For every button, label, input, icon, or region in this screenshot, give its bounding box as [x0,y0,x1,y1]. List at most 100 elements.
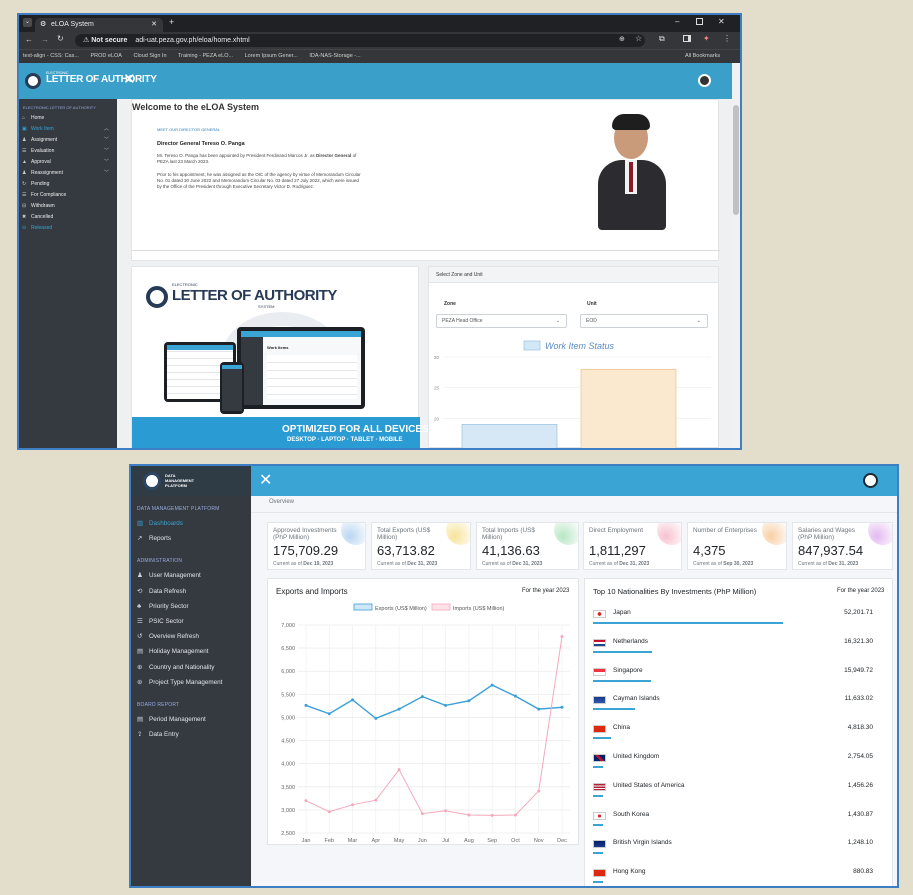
sidebar-item-reassignment[interactable]: ♟ Reassignment ﹀ [19,168,117,179]
sidebar-item-evaluation[interactable]: ☰ Evaluation ﹀ [19,146,117,157]
zone-label: Zone [444,301,456,307]
nationality-name: United States of America [613,781,685,789]
chevron-down-icon: ﹀ [103,159,109,165]
bookmark-item[interactable]: Lorem Ipsum Gener... [245,53,298,59]
period-icon: ▤ [137,715,144,723]
legend-label: Imports (US$ Million) [453,606,505,612]
stat-label: Total Exports (US$ Million) [377,527,431,541]
bookmark-item[interactable]: PROD eLOA [90,53,121,59]
user-swap-icon: ♟ [22,170,27,176]
nationality-row: China 4,818.30 [589,719,879,748]
vg-flag-icon [593,840,606,849]
x-tick-label: Jul [442,838,449,844]
device-screen-title: Work Items [267,345,289,350]
nationality-name: Japan [613,609,631,616]
imports-point [513,813,517,817]
exports-point [304,703,308,707]
sidebar-item-pending[interactable]: ↻ Pending [19,179,117,190]
sidebar-item-priority-sector[interactable]: ♣ Priority Sector [131,599,251,614]
sidebar-item-for-compliance[interactable]: ☰ For Compliance [19,190,117,201]
nationality-row: Hong Kong 880.83 [589,863,879,886]
zoom-icon[interactable]: ⊕ [619,35,625,43]
exports-imports-chart: Exports (US$ Million) Imports (US$ Millio… [281,603,570,844]
scrollbar-thumb[interactable] [733,105,739,215]
unit-select[interactable]: EOD ⌄ [580,314,708,328]
sidebar-item-data-refresh[interactable]: ⟲ Data Refresh [131,584,251,599]
chevron-down-icon: ﹀ [103,137,109,143]
restore-icon[interactable] [696,18,703,25]
menu-dots-icon[interactable]: ⋮ [723,34,731,43]
user-avatar-icon[interactable] [698,74,711,87]
kr-flag-icon [593,811,606,820]
sidepanel-icon[interactable] [683,35,691,42]
close-window-icon[interactable]: ✕ [718,17,725,26]
url-text: adi-uat.peza.gov.ph/eloa/home.xhtml [135,37,250,44]
stat-decoration [554,523,578,545]
sidebar-item-approval[interactable]: ▲ Approval ﹀ [19,157,117,168]
browser-toolbar: ← → ↻ ⚠ Not secure adi-uat.peza.gov.ph/e… [19,32,740,49]
exports-line [305,684,563,720]
new-tab-icon[interactable]: + [169,17,174,27]
promo-footer-subtext: DESKTOP · LAPTOP · TABLET · MOBILE [287,437,403,443]
tab-search-icon[interactable]: ⌄ [23,18,32,27]
sidebar-section-dmp: DATA MANAGEMENT PLATFORM [137,506,220,512]
sidebar-item-psic-sector[interactable]: ☰ PSIC Sector [131,614,251,629]
hk-flag-icon [593,869,606,878]
x-tick-label: May [394,838,405,844]
tab-title: eLOA System [51,21,94,28]
nationality-bar [593,881,603,884]
reload-icon[interactable]: ↻ [57,34,64,43]
sidebar-item-reports[interactable]: ↗ Reports [131,531,251,546]
forward-icon[interactable]: → [41,35,49,44]
sidebar-item-overview-refresh[interactable]: ↺ Overview Refresh [131,629,251,644]
stat-label: Number of Enterprises [693,527,757,534]
sidebar-item-home[interactable]: ⌂ Home [19,113,117,124]
report-icon: ↗ [137,535,143,543]
status-chart-title: Work Item Status [545,341,615,351]
x-tick-label: Nov [534,838,544,844]
sidebar-item-data-entry[interactable]: ⇪ Data Entry [131,727,251,742]
close-menu-icon[interactable]: ✕ [259,470,272,490]
tab-close-icon[interactable]: ✕ [151,18,157,32]
promo-logo-text: LETTER OF AUTHORITY [172,287,337,304]
user-avatar-icon[interactable] [863,473,878,488]
sidebar-item-assignment[interactable]: ♟ Assignment ﹀ [19,135,117,146]
browser-tab[interactable]: ⚙ eLOA System ✕ [35,18,163,32]
bookmark-item[interactable]: Training - PEZA eLO... [178,53,233,59]
bookmark-item[interactable]: IDA-NAS-Storage -... [309,53,360,59]
bookmark-item[interactable]: text-align - CSS: Cas... [23,53,79,59]
back-icon[interactable]: ← [25,35,33,44]
sidebar-item-project-type[interactable]: ⊛ Project Type Management [131,675,251,690]
minimize-icon[interactable]: – [675,17,679,26]
stat-card: Direct Employment 1,811,297 Current as o… [583,522,682,570]
y-tick-label: 15 [434,447,440,449]
stat-subtext: Current as of Dec 31, 2023 [482,561,543,567]
sidebar-item-period-management[interactable]: ▤ Period Management [131,712,251,727]
stat-card: Salaries and Wages (PhP Million) 847,937… [792,522,893,570]
profile-icon[interactable]: ✦ [703,34,710,43]
extensions-icon[interactable]: ⧉ [659,34,665,44]
zone-select[interactable]: PEZA Head Office ⌄ [436,314,567,328]
stat-value: 63,713.82 [377,543,435,558]
eloa-browser-window: ⌄ ⚙ eLOA System ✕ + – ✕ ← → ↻ ⚠ Not secu… [17,13,742,450]
address-bar[interactable]: ⚠ Not secure adi-uat.peza.gov.ph/eloa/ho… [75,34,645,47]
sidebar-item-holiday-management[interactable]: ▤ Holiday Management [131,644,251,659]
sidebar-item-cancelled[interactable]: ✖ Cancelled [19,212,117,223]
tab-favicon-icon: ⚙ [40,21,47,28]
sidebar-item-work-item[interactable]: ▣ Work Item ︿ [19,124,117,135]
all-bookmarks-button[interactable]: All Bookmarks [685,50,720,63]
sidebar-item-withdrawn[interactable]: ⊟ Withdrawn [19,201,117,212]
nationality-row: British Virgin Islands 1,248.10 [589,834,879,863]
imports-line [305,636,563,816]
sidebar-item-dashboards[interactable]: ▥ Dashboards [131,516,251,531]
bookmark-item[interactable]: Cloud Sign In [133,53,166,59]
close-menu-icon[interactable]: ✕ [123,70,136,88]
sidebar-item-released[interactable]: ⊙ Released [19,223,117,234]
nationality-value: 880.83 [853,868,873,876]
sidebar-item-user-management[interactable]: ♟ User Management [131,568,251,583]
star-icon[interactable]: ☆ [635,34,642,43]
stat-decoration [446,523,470,545]
stat-card: Total Exports (US$ Million) 63,713.82 Cu… [371,522,471,570]
page-scrollbar[interactable] [732,63,740,448]
sidebar-item-country-nationality[interactable]: ⊕ Country and Nationality [131,660,251,675]
